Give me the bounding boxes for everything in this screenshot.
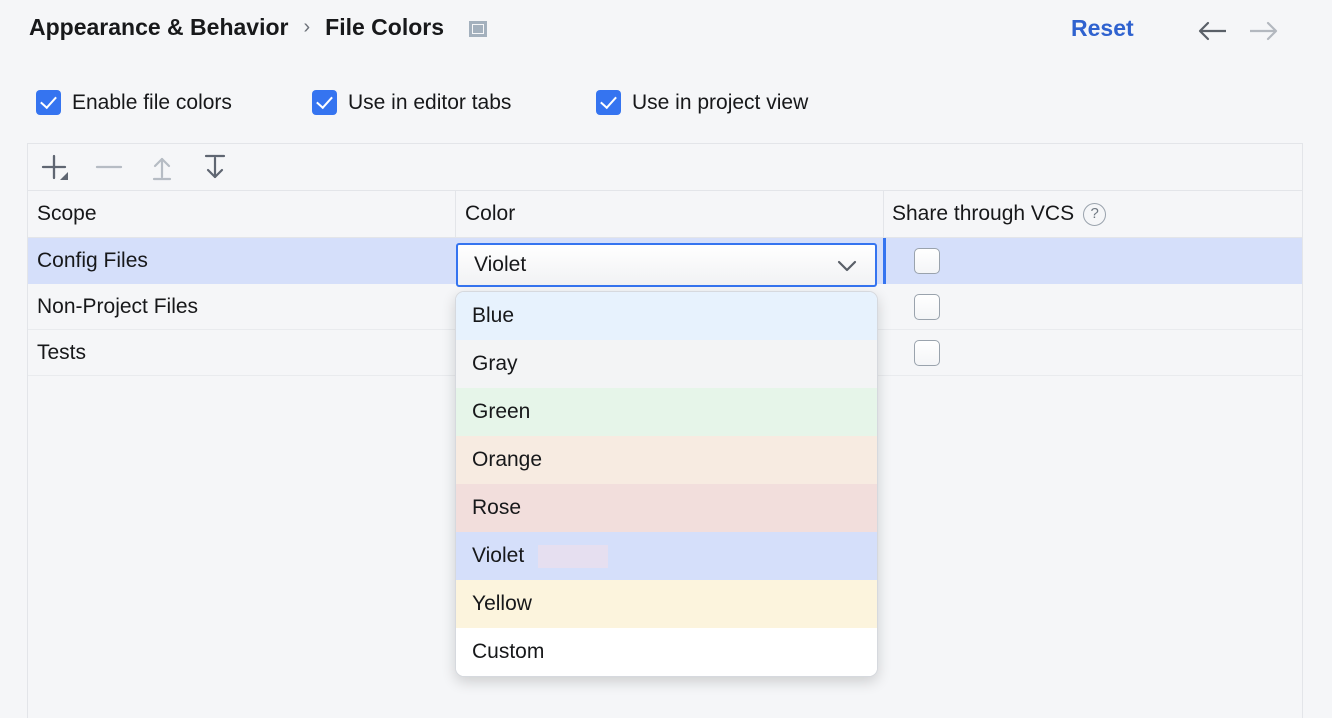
- remove-button[interactable]: [90, 150, 128, 184]
- dropdown-option-label: Custom: [472, 640, 544, 664]
- checkbox-label: Use in editor tabs: [348, 91, 511, 115]
- cell-share-vcs[interactable]: [914, 248, 940, 274]
- dropdown-option-gray[interactable]: Gray: [456, 340, 877, 388]
- file-colors-settings-page: Appearance & Behavior › File Colors Rese…: [0, 0, 1332, 718]
- chevron-down-icon[interactable]: [835, 258, 859, 274]
- reset-button[interactable]: Reset: [1071, 15, 1134, 42]
- checkbox-label: Enable file colors: [72, 91, 232, 115]
- cell-scope: Non-Project Files: [37, 284, 198, 330]
- color-dropdown-popup[interactable]: Blue Gray Green Orange Rose Violet Yello…: [455, 291, 878, 677]
- dropdown-option-label: Green: [472, 400, 530, 424]
- table-header: Scope Color Share through VCS ?: [28, 191, 1302, 238]
- dropdown-option-label: Yellow: [472, 592, 532, 616]
- column-header-color[interactable]: Color: [465, 191, 515, 237]
- checkbox-enable-file-colors[interactable]: Enable file colors: [36, 90, 232, 115]
- breadcrumb: Appearance & Behavior › File Colors: [29, 14, 487, 41]
- dropdown-option-yellow[interactable]: Yellow: [456, 580, 877, 628]
- dropdown-option-orange[interactable]: Orange: [456, 436, 877, 484]
- color-combobox-value: Violet: [474, 253, 526, 277]
- column-header-scope[interactable]: Scope: [37, 191, 97, 237]
- dropdown-option-label: Blue: [472, 304, 514, 328]
- page-header: Appearance & Behavior › File Colors Rese…: [0, 0, 1332, 62]
- file-colors-options-row: Enable file colors Use in editor tabs Us…: [0, 90, 1332, 130]
- dropdown-option-label: Orange: [472, 448, 542, 472]
- cell-scope: Config Files: [37, 238, 148, 284]
- column-header-label: Share through VCS: [892, 202, 1074, 226]
- checkbox-checked-icon[interactable]: [596, 90, 621, 115]
- checkbox-checked-icon[interactable]: [36, 90, 61, 115]
- column-divider: [883, 191, 884, 237]
- color-combobox[interactable]: Violet: [456, 243, 877, 287]
- cell-share-vcs[interactable]: [914, 294, 940, 320]
- cell-scope: Tests: [37, 330, 86, 376]
- checkbox-checked-icon[interactable]: [312, 90, 337, 115]
- color-swatch: [538, 545, 608, 568]
- table-toolbar: [28, 144, 1302, 191]
- page-title: File Colors: [325, 14, 444, 41]
- breadcrumb-separator-icon: ›: [302, 16, 311, 39]
- checkbox-use-in-project-view[interactable]: Use in project view: [596, 90, 808, 115]
- checkbox-unchecked-icon[interactable]: [914, 248, 940, 274]
- dropdown-option-custom[interactable]: Custom: [456, 628, 877, 676]
- question-mark-icon[interactable]: ?: [1083, 203, 1106, 226]
- dropdown-option-label: Rose: [472, 496, 521, 520]
- dropdown-option-rose[interactable]: Rose: [456, 484, 877, 532]
- dropdown-option-violet[interactable]: Violet: [456, 532, 877, 580]
- breadcrumb-parent[interactable]: Appearance & Behavior: [29, 14, 288, 41]
- back-arrow-icon[interactable]: [1192, 16, 1232, 46]
- checkbox-unchecked-icon[interactable]: [914, 294, 940, 320]
- dropdown-option-label: Violet: [472, 544, 524, 568]
- add-button[interactable]: [37, 150, 75, 184]
- column-header-share-through-vcs[interactable]: Share through VCS ?: [892, 191, 1106, 237]
- forward-arrow-icon[interactable]: [1244, 16, 1284, 46]
- dropdown-option-blue[interactable]: Blue: [456, 292, 877, 340]
- checkbox-unchecked-icon[interactable]: [914, 340, 940, 366]
- cell-share-vcs[interactable]: [914, 340, 940, 366]
- checkbox-use-in-editor-tabs[interactable]: Use in editor tabs: [312, 90, 511, 115]
- window-panel-icon[interactable]: [469, 21, 487, 37]
- column-divider: [455, 191, 456, 237]
- checkbox-label: Use in project view: [632, 91, 808, 115]
- dropdown-option-label: Gray: [472, 352, 518, 376]
- move-up-button[interactable]: [143, 150, 181, 184]
- dropdown-option-green[interactable]: Green: [456, 388, 877, 436]
- move-down-button[interactable]: [196, 150, 234, 184]
